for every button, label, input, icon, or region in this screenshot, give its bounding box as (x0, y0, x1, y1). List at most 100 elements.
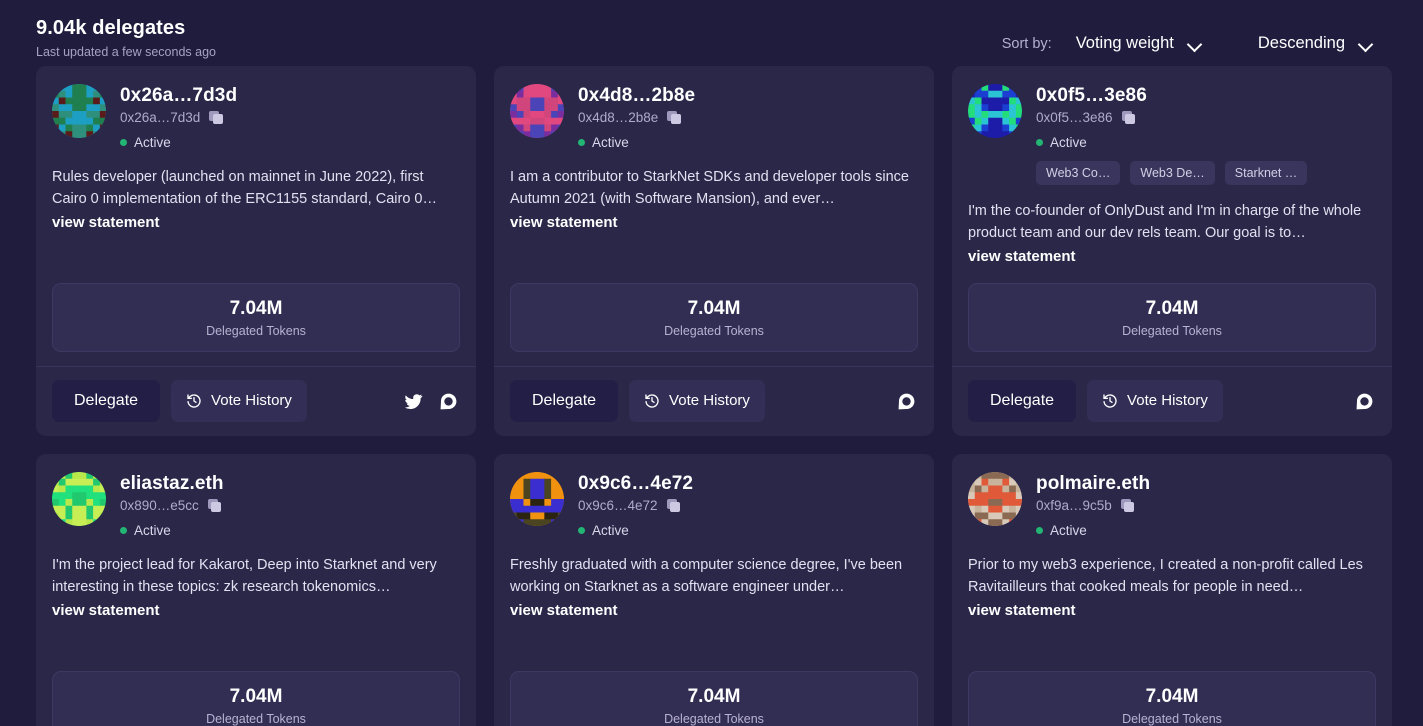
delegate-identity-text: eliastaz.eth 0x890…e5cc Active (120, 470, 460, 539)
delegate-identity: 0x0f5…3e86 0x0f5…3e86 Active Web3 Co… Web3 D… (968, 82, 1376, 185)
status-dot-icon (120, 139, 127, 146)
copy-icon[interactable] (1121, 110, 1137, 126)
sort-by-label: Sort by: (1001, 35, 1052, 52)
delegate-tag[interactable]: Web3 De… (1130, 161, 1215, 185)
delegated-tokens-box: 7.04M Delegated Tokens (968, 671, 1376, 726)
delegate-card-footer: Delegate Vote History (952, 366, 1392, 436)
delegate-tags: Web3 Co… Web3 De… Starknet … (1036, 161, 1376, 185)
copy-icon[interactable] (666, 498, 682, 514)
delegate-card: eliastaz.eth 0x890…e5cc Active I'm the proj… (36, 454, 476, 726)
delegate-statement: Freshly graduated with a computer scienc… (510, 557, 903, 595)
sort-direction-dropdown[interactable]: Descending (1252, 30, 1379, 57)
vote-history-button[interactable]: Vote History (171, 380, 307, 422)
vote-history-label: Vote History (1127, 392, 1208, 409)
delegate-statement: Rules developer (launched on mainnet in … (52, 169, 437, 207)
delegate-identity-text: 0x26a…7d3d 0x26a…7d3d Active (120, 82, 460, 151)
delegate-card-body: 0x9c6…4e72 0x9c6…4e72 Active Freshly gradua… (494, 454, 934, 671)
delegate-identity-text: 0x4d8…2b8e 0x4d8…2b8e Active (578, 82, 918, 151)
delegate-button[interactable]: Delegate (510, 380, 619, 422)
copy-icon[interactable] (667, 110, 682, 126)
delegate-tag[interactable]: Web3 Co… (1036, 161, 1121, 185)
delegate-card-body: polmaire.eth 0xf9a…9c5b Active Prior to my … (952, 454, 1392, 671)
delegate-card-body: 0x26a…7d3d 0x26a…7d3d Active Rules develope… (36, 66, 476, 283)
view-statement-link[interactable]: view statement (968, 600, 1376, 621)
sort-field-value: Voting weight (1075, 34, 1174, 52)
copy-icon[interactable] (1120, 498, 1136, 514)
delegate-address: 0xf9a…9c5b (1036, 498, 1112, 513)
sort-direction-value: Descending (1257, 34, 1345, 52)
delegate-handle: 0x26a…7d3d (120, 85, 238, 106)
page-header: 9.04k delegates Last updated a few secon… (0, 0, 1423, 66)
status-badge: Active (578, 134, 918, 151)
delegate-handle: polmaire.eth (1036, 473, 1151, 494)
chevron-down-icon (1188, 39, 1202, 48)
delegate-socials (1355, 392, 1376, 411)
copy-icon[interactable] (207, 498, 223, 514)
delegated-tokens-label: Delegated Tokens (664, 324, 764, 338)
twitter-icon[interactable] (404, 392, 423, 411)
delegate-address-row: 0x890…e5cc (120, 497, 460, 515)
sort-field-dropdown[interactable]: Voting weight (1070, 30, 1208, 57)
delegate-card: 0x9c6…4e72 0x9c6…4e72 Active Freshly gradua… (494, 454, 934, 726)
view-statement-link[interactable]: view statement (510, 212, 918, 233)
avatar (968, 84, 1022, 138)
delegate-card-body: 0x0f5…3e86 0x0f5…3e86 Active Web3 Co… Web3 D… (952, 66, 1392, 283)
status-badge: Active (1036, 522, 1376, 539)
status-label: Active (1050, 135, 1087, 150)
vote-history-button[interactable]: Vote History (629, 380, 765, 422)
delegate-tag[interactable]: Starknet … (1224, 161, 1308, 185)
delegate-handle: 0x0f5…3e86 (1036, 85, 1147, 106)
status-badge: Active (120, 134, 460, 151)
delegate-handle: 0x4d8…2b8e (578, 85, 696, 106)
clock-rewind-icon (644, 393, 660, 409)
discourse-icon[interactable] (897, 392, 916, 411)
delegated-tokens-box: 7.04M Delegated Tokens (510, 283, 918, 352)
delegate-statement: I am a contributor to StarkNet SDKs and … (510, 169, 909, 207)
delegate-socials (404, 392, 460, 411)
status-dot-icon (578, 527, 585, 534)
delegated-tokens-amount: 7.04M (1145, 686, 1199, 707)
delegated-tokens-label: Delegated Tokens (206, 324, 306, 338)
view-statement-link[interactable]: view statement (52, 212, 460, 233)
discourse-icon[interactable] (1355, 392, 1374, 411)
delegated-tokens-label: Delegated Tokens (206, 712, 306, 726)
delegated-tokens-box: 7.04M Delegated Tokens (52, 283, 460, 352)
page-title: 9.04k delegates (36, 17, 186, 39)
delegate-card-body: 0x4d8…2b8e 0x4d8…2b8e Active I am a contrib… (494, 66, 934, 283)
status-label: Active (592, 523, 629, 538)
delegate-address: 0x4d8…2b8e (578, 110, 659, 125)
view-statement-link[interactable]: view statement (52, 600, 460, 621)
avatar (510, 472, 564, 526)
discourse-icon[interactable] (439, 392, 458, 411)
view-statement-link[interactable]: view statement (510, 600, 918, 621)
delegates-grid: 0x26a…7d3d 0x26a…7d3d Active Rules develope… (0, 66, 1423, 726)
status-badge: Active (578, 522, 918, 539)
last-updated-text: Last updated a few seconds ago (36, 45, 216, 59)
delegate-card-body: eliastaz.eth 0x890…e5cc Active I'm the proj… (36, 454, 476, 671)
delegate-address: 0x26a…7d3d (120, 110, 201, 125)
sort-controls: Sort by: Voting weight Descending (1002, 12, 1393, 57)
delegate-address-row: 0x26a…7d3d (120, 109, 460, 127)
delegate-identity: 0x9c6…4e72 0x9c6…4e72 Active (510, 470, 918, 539)
delegate-statement: I'm the project lead for Kakarot, Deep i… (52, 557, 437, 595)
avatar (968, 472, 1022, 526)
view-statement-link[interactable]: view statement (968, 246, 1376, 267)
delegated-tokens-amount: 7.04M (1145, 298, 1199, 319)
delegated-tokens-box: 7.04M Delegated Tokens (968, 283, 1376, 352)
status-dot-icon (120, 527, 127, 534)
delegate-identity-text: polmaire.eth 0xf9a…9c5b Active (1036, 470, 1376, 539)
delegated-tokens-label: Delegated Tokens (1122, 712, 1222, 726)
delegate-button[interactable]: Delegate (968, 380, 1077, 422)
delegated-tokens-box: 7.04M Delegated Tokens (510, 671, 918, 726)
delegate-card: 0x4d8…2b8e 0x4d8…2b8e Active I am a contrib… (494, 66, 934, 436)
delegate-identity-text: 0x9c6…4e72 0x9c6…4e72 Active (578, 470, 918, 539)
delegated-tokens-amount: 7.04M (229, 298, 283, 319)
clock-rewind-icon (1102, 393, 1118, 409)
delegate-button[interactable]: Delegate (52, 380, 161, 422)
avatar (510, 84, 564, 138)
delegate-socials (897, 392, 918, 411)
vote-history-button[interactable]: Vote History (1087, 380, 1223, 422)
delegate-statement: I'm the co-founder of OnlyDust and I'm i… (968, 203, 1362, 241)
status-label: Active (134, 523, 171, 538)
copy-icon[interactable] (209, 110, 224, 126)
